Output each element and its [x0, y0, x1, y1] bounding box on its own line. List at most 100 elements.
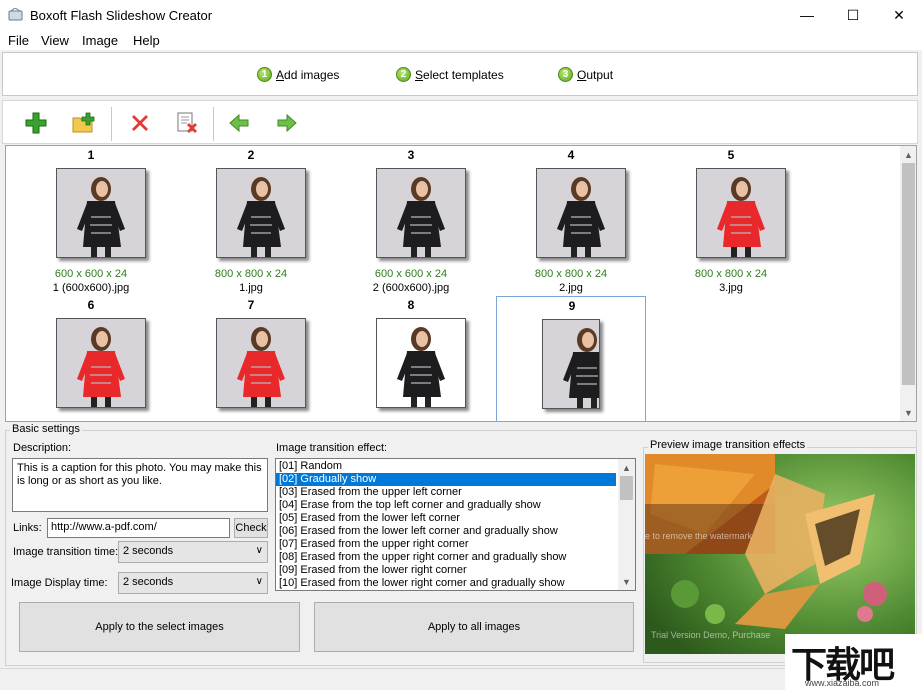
thumbnail-dimensions: 800 x 800 x 24	[534, 268, 608, 280]
thumbnail-item[interactable]: 2 800 x 800 x 24 1.jpg	[176, 146, 326, 296]
step-number-icon: 3	[558, 67, 573, 82]
effect-list-item[interactable]: [06] Erased from the lower left corner a…	[276, 525, 616, 538]
add-image-button[interactable]	[22, 109, 50, 137]
menu-image[interactable]: Image	[82, 33, 118, 48]
window-title: Boxoft Flash Slideshow Creator	[30, 8, 213, 23]
add-icon	[25, 112, 47, 134]
effect-list-item[interactable]: [09] Erased from the lower right corner	[276, 564, 616, 577]
chevron-down-icon: ∨	[255, 576, 263, 587]
thumbnail-scrollbar[interactable]: ▲ ▼	[900, 146, 916, 421]
effect-list-item[interactable]: [07] Erased from the upper right corner	[276, 538, 616, 551]
thumbnail-image	[56, 168, 146, 258]
thumbnail-image	[216, 168, 306, 258]
thumbnail-filename: 1 (600x600).jpg	[52, 282, 130, 294]
display-time-label: Image Display time:	[11, 577, 108, 589]
thumbnail-item[interactable]: 8	[336, 296, 486, 421]
effect-list-item[interactable]: [03] Erased from the upper left corner	[276, 486, 616, 499]
thumbnail-item[interactable]: 7	[176, 296, 326, 421]
thumbnail-image	[696, 168, 786, 258]
menu-bar: File View Image Help	[0, 30, 922, 50]
display-time-select[interactable]: 2 seconds ∨	[118, 572, 268, 594]
thumbnail-index: 6	[87, 298, 95, 312]
step-label: Select templates	[415, 67, 504, 82]
thumbnail-index: 5	[727, 148, 735, 162]
transition-effect-label: Image transition effect:	[276, 442, 388, 454]
effect-list-item[interactable]: [02] Gradually show	[276, 473, 616, 486]
effect-list-item[interactable]: [08] Erased from the upper right corner …	[276, 551, 616, 564]
minimize-button[interactable]: —	[784, 0, 830, 30]
effect-list-item[interactable]: [10] Erased from the lower right corner …	[276, 577, 616, 590]
thumbnail-item[interactable]: 6	[16, 296, 166, 421]
thumbnail-filename: 2 (600x600).jpg	[372, 282, 450, 294]
close-button[interactable]: ✕	[876, 0, 922, 30]
move-left-button[interactable]	[225, 109, 253, 137]
step-number-icon: 2	[396, 67, 411, 82]
title-bar: Boxoft Flash Slideshow Creator — ☐ ✕	[0, 0, 922, 30]
thumbnail-index: 4	[567, 148, 575, 162]
thumbnail-dimensions: 600 x 600 x 24	[374, 268, 448, 280]
toolbar-separator	[111, 107, 112, 141]
thumbnail-item[interactable]: 4 800 x 800 x 24 2.jpg	[496, 146, 646, 296]
thumbnail-index: 2	[247, 148, 255, 162]
scrollbar-thumb[interactable]	[902, 163, 915, 385]
maximize-button[interactable]: ☐	[830, 0, 876, 30]
thumbnail-item[interactable]: 5 800 x 800 x 24 3.jpg	[656, 146, 806, 296]
delete-all-icon	[177, 112, 197, 133]
scroll-down-icon[interactable]: ▼	[900, 404, 916, 421]
preview-image: e to remove the watermark Trial Version …	[645, 454, 915, 654]
description-field[interactable]: This is a caption for this photo. You ma…	[12, 458, 268, 512]
thumbnail-dimensions: 800 x 800 x 24	[214, 268, 288, 280]
scroll-up-icon[interactable]: ▲	[618, 459, 635, 476]
scroll-down-icon[interactable]: ▼	[618, 573, 635, 590]
step-select-templates[interactable]: 2 Select templates	[396, 67, 504, 82]
app-icon	[8, 8, 23, 21]
thumbnail-index: 9	[568, 299, 576, 313]
thumbnail-item[interactable]: 9	[496, 296, 646, 421]
delete-button[interactable]	[126, 109, 154, 137]
add-folder-button[interactable]	[70, 109, 98, 137]
close-icon: ✕	[893, 6, 905, 23]
menu-file[interactable]: File	[8, 33, 29, 48]
thumbnail-dimensions: 800 x 800 x 24	[694, 268, 768, 280]
image-thumbnail-list[interactable]: 1 600 x 600 x 24 1 (600x600).jpg 2 800 x…	[5, 145, 917, 422]
effect-list-item[interactable]: [05] Erased from the lower left corner	[276, 512, 616, 525]
thumbnail-index: 7	[247, 298, 255, 312]
transition-effect-list[interactable]: [01] Random [02] Gradually show [03] Erase…	[275, 458, 636, 591]
thumbnail-item[interactable]: 3 600 x 600 x 24 2 (600x600).jpg	[336, 146, 486, 296]
thumbnail-image	[216, 318, 306, 408]
step-label: Output	[577, 67, 614, 82]
basic-settings-title: Basic settings	[10, 423, 82, 435]
toolbar-separator	[213, 107, 214, 141]
preview-title: Preview image transition effects	[648, 439, 808, 451]
thumbnail-image	[376, 318, 466, 408]
delete-icon	[132, 115, 148, 131]
transition-time-select[interactable]: 2 seconds ∨	[118, 541, 268, 563]
effect-list-scrollbar[interactable]: ▲ ▼	[618, 459, 635, 590]
apply-selected-button[interactable]: Apply to the select images	[19, 602, 300, 652]
effect-list-item[interactable]: [01] Random	[276, 460, 616, 473]
scroll-up-icon[interactable]: ▲	[900, 146, 916, 163]
thumbnail-image	[56, 318, 146, 408]
status-bar	[0, 668, 922, 690]
scrollbar-thumb[interactable]	[620, 476, 633, 500]
minimize-icon: —	[800, 7, 814, 23]
links-label: Links:	[13, 522, 42, 534]
thumbnail-index: 8	[407, 298, 415, 312]
step-add-images[interactable]: 1 Add images	[257, 67, 339, 82]
check-button[interactable]: Check	[234, 518, 268, 538]
steps-bar: 1 Add images 2 Select templates 3 Output	[2, 52, 918, 96]
thumbnail-item[interactable]: 1 600 x 600 x 24 1 (600x600).jpg	[16, 146, 166, 296]
effect-list-item[interactable]: [04] Erase from the top left corner and …	[276, 499, 616, 512]
delete-all-button[interactable]	[173, 109, 201, 137]
menu-help[interactable]: Help	[133, 33, 160, 48]
butterfly-preview-picture	[645, 454, 915, 654]
step-output[interactable]: 3 Output	[558, 67, 613, 82]
thumbnail-index: 3	[407, 148, 415, 162]
menu-view[interactable]: View	[41, 33, 69, 48]
thumbnail-dimensions: 600 x 600 x 24	[54, 268, 128, 280]
links-field[interactable]: http://www.a-pdf.com/	[47, 518, 230, 538]
description-label: Description:	[13, 442, 72, 454]
move-right-button[interactable]	[273, 109, 301, 137]
chevron-down-icon: ∨	[255, 545, 263, 556]
apply-all-button[interactable]: Apply to all images	[314, 602, 634, 652]
